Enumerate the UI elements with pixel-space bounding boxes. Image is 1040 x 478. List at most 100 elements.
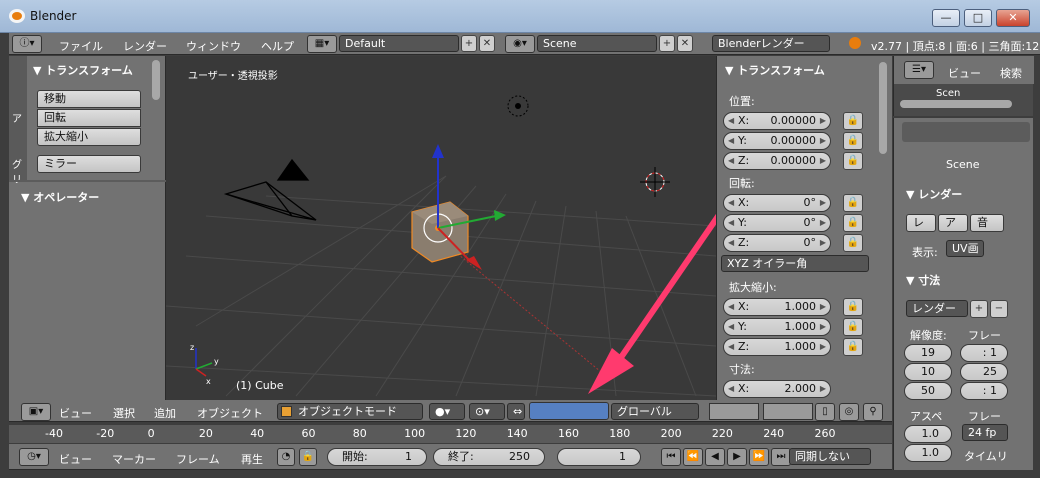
rotation-lock-icon[interactable]: 🔒	[843, 234, 863, 252]
frame-field[interactable]: 25	[960, 363, 1008, 381]
pivot-select[interactable]: ⊙▾	[469, 403, 505, 420]
operator-panel-title[interactable]: ▼ オペレーター	[21, 189, 99, 205]
menu-file[interactable]: ファイル	[59, 38, 103, 54]
preset-select[interactable]: レンダー	[906, 300, 968, 317]
layout-add-button[interactable]: +	[461, 35, 477, 52]
scale-lock-icon[interactable]: 🔒	[843, 318, 863, 336]
location-0-field[interactable]: ◀ X: 0.00000 ▶	[723, 112, 831, 130]
location-lock-icon[interactable]: 🔒	[843, 112, 863, 130]
location-lock-icon[interactable]: 🔒	[843, 152, 863, 170]
info-editor-icon[interactable]: ⓘ▾	[12, 35, 42, 53]
properties-scrollbar[interactable]	[879, 62, 887, 154]
render-button[interactable]: レ	[906, 214, 936, 232]
layer-grid[interactable]	[709, 403, 759, 420]
preset-add-button[interactable]: +	[970, 300, 988, 318]
select-menu[interactable]: 選択	[113, 405, 135, 421]
start-frame-field[interactable]: 開始: 1	[327, 448, 427, 466]
scale-button[interactable]: 拡大縮小	[37, 128, 141, 146]
scale-2-field[interactable]: ◀ Z: 1.000 ▶	[723, 338, 831, 356]
display-select[interactable]: UV画	[946, 240, 984, 257]
properties-tabs[interactable]	[902, 122, 1030, 142]
tool-shelf-scrollbar[interactable]	[152, 60, 160, 100]
aspect-field[interactable]: 1.0	[904, 444, 952, 462]
layout-icon[interactable]: ▦▾	[307, 35, 337, 53]
jump-start-button[interactable]: ⏮	[661, 448, 681, 466]
move-button[interactable]: 移動	[37, 90, 141, 108]
layout-select[interactable]: Default	[339, 35, 459, 52]
rotation-mode-select[interactable]: XYZ オイラー角	[721, 255, 869, 272]
play-button[interactable]: ▶	[727, 448, 747, 466]
prev-key-button[interactable]: ⏪	[683, 448, 703, 466]
mode-select[interactable]: オブジェクトモード	[277, 403, 423, 420]
location-1-field[interactable]: ◀ Y: 0.00000 ▶	[723, 132, 831, 150]
end-frame-field[interactable]: 終了: 250	[433, 448, 545, 466]
resolution-field[interactable]: 50	[904, 382, 952, 400]
add-menu[interactable]: 追加	[154, 405, 176, 421]
render-panel-title[interactable]: ▼ レンダー	[906, 186, 962, 202]
menu-help[interactable]: ヘルプ	[261, 38, 294, 54]
menu-window[interactable]: ウィンドウ	[186, 38, 241, 54]
jump-end-button[interactable]: ⏭	[771, 448, 791, 466]
transform-orientation-select[interactable]: グローバル	[611, 403, 699, 420]
audio-button[interactable]: 音	[970, 214, 1004, 232]
outliner-search-menu[interactable]: 検索	[1000, 65, 1022, 81]
rotation-2-field[interactable]: ◀ Z: 0° ▶	[723, 234, 831, 252]
editor-type-icon[interactable]: ▣▾	[21, 403, 51, 421]
scale-lock-icon[interactable]: 🔒	[843, 338, 863, 356]
scene-remove-button[interactable]: ✕	[677, 35, 693, 52]
shading-select[interactable]: ●▾	[429, 403, 465, 420]
timeline-view-menu[interactable]: ビュー	[59, 451, 92, 467]
outliner-scene-item[interactable]: Scen	[936, 88, 960, 99]
timeline-editor-icon[interactable]: ◷▾	[19, 448, 49, 466]
timeline-playback-menu[interactable]: 再生	[241, 451, 263, 467]
play-reverse-button[interactable]: ◀	[705, 448, 725, 466]
render-engine-select[interactable]: Blenderレンダー	[712, 35, 830, 52]
dimensions-panel-title[interactable]: ▼ 寸法	[906, 272, 940, 288]
aspect-field[interactable]: 1.0	[904, 425, 952, 443]
animation-button[interactable]: ア	[938, 214, 968, 232]
frame-field[interactable]: : 1	[960, 382, 1008, 400]
rotation-0-field[interactable]: ◀ X: 0° ▶	[723, 194, 831, 212]
dimensions-0-field[interactable]: ◀ X: 2.000 ▶	[723, 380, 831, 398]
transform-widgets[interactable]	[529, 402, 609, 420]
fps-select[interactable]: 24 fp	[962, 424, 1008, 441]
timeline-marker-menu[interactable]: マーカー	[112, 451, 156, 467]
resolution-field[interactable]: 19	[904, 344, 952, 362]
next-key-button[interactable]: ⏩	[749, 448, 769, 466]
manipulator-toggle[interactable]: ⇔	[507, 403, 525, 420]
outliner-scrollbar[interactable]	[900, 100, 1012, 108]
transform-panel-title[interactable]: ▼ トランスフォーム	[33, 62, 133, 78]
close-button[interactable]: ✕	[996, 9, 1030, 27]
view-menu[interactable]: ビュー	[59, 405, 92, 421]
rotation-lock-icon[interactable]: 🔒	[843, 214, 863, 232]
current-frame-field[interactable]: 1	[557, 448, 641, 466]
transform-title[interactable]: ▼ トランスフォーム	[725, 62, 825, 78]
snap-icon[interactable]: ◎	[839, 403, 859, 421]
location-lock-icon[interactable]: 🔒	[843, 132, 863, 150]
scene-add-button[interactable]: +	[659, 35, 675, 52]
scale-lock-icon[interactable]: 🔒	[843, 298, 863, 316]
timeline-frame-menu[interactable]: フレーム	[176, 451, 220, 467]
rotation-lock-icon[interactable]: 🔒	[843, 194, 863, 212]
tab-tools[interactable]: ア	[12, 110, 22, 125]
preview-range-icon[interactable]: ◔	[277, 448, 295, 466]
mirror-button[interactable]: ミラー	[37, 155, 141, 173]
layout-remove-button[interactable]: ✕	[479, 35, 495, 52]
preset-remove-button[interactable]: −	[990, 300, 1008, 318]
menu-render[interactable]: レンダー	[123, 38, 167, 54]
scale-1-field[interactable]: ◀ Y: 1.000 ▶	[723, 318, 831, 336]
frame-field[interactable]: : 1	[960, 344, 1008, 362]
outliner-view-menu[interactable]: ビュー	[948, 65, 981, 81]
resolution-field[interactable]: 10	[904, 363, 952, 381]
scene-select[interactable]: Scene	[537, 35, 657, 52]
layer-grid-2[interactable]	[763, 403, 813, 420]
minimize-button[interactable]: —	[932, 9, 960, 27]
object-menu[interactable]: オブジェクト	[197, 405, 263, 421]
sync-mode-select[interactable]: 同期しない	[789, 448, 871, 465]
proportional-icon[interactable]: ⚲	[863, 403, 883, 421]
scale-0-field[interactable]: ◀ X: 1.000 ▶	[723, 298, 831, 316]
location-2-field[interactable]: ◀ Z: 0.00000 ▶	[723, 152, 831, 170]
timeline-ruler[interactable]: -40 -20 0 20 40 60 80 100 120 140 160 180 200 220 240 2…	[9, 425, 892, 443]
3d-viewport[interactable]: z y x ユーザー・透視投影 (1) Cube	[166, 56, 716, 400]
rotation-1-field[interactable]: ◀ Y: 0° ▶	[723, 214, 831, 232]
